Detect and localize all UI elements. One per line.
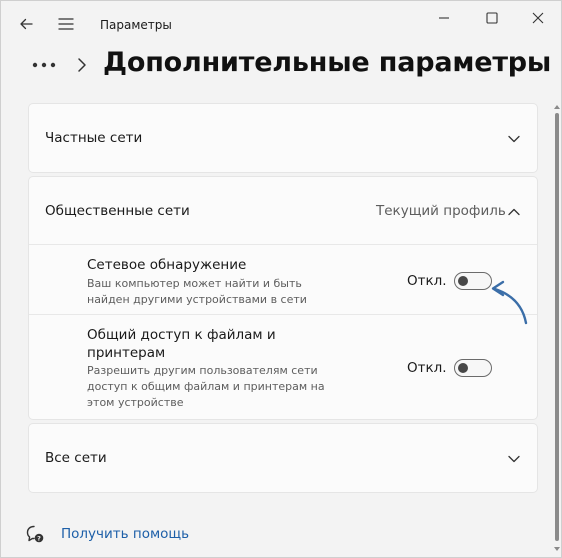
page-title: Дополнительные параметры общего доступа xyxy=(103,47,561,78)
minimize-button[interactable] xyxy=(421,3,467,33)
network-discovery-description-line1: Ваш компьютер может найти и быть xyxy=(87,277,302,290)
file-printer-sharing-description-line3: этом устройстве xyxy=(87,396,184,409)
chevron-down-icon xyxy=(508,135,520,143)
settings-window: Параметры Дополнительные параметры общег… xyxy=(0,0,562,558)
network-discovery-row: Сетевое обнаружение Ваш компьютер может … xyxy=(29,244,537,315)
all-networks-label: Все сети xyxy=(45,450,107,466)
chevron-up-icon xyxy=(508,208,520,216)
title-bar: Параметры xyxy=(1,1,561,45)
toggle-knob xyxy=(458,363,468,373)
scroll-down-icon[interactable] xyxy=(553,545,561,553)
file-printer-sharing-state-label: Откл. xyxy=(407,360,447,376)
breadcrumb-more-button[interactable] xyxy=(27,51,61,79)
private-networks-label: Частные сети xyxy=(45,130,143,146)
svg-text:?: ? xyxy=(37,534,41,542)
hamburger-menu-icon xyxy=(58,18,74,30)
public-networks-card: Общественные сети Текущий профиль Сетево… xyxy=(28,176,538,420)
window-title: Параметры xyxy=(100,18,172,32)
annotation-arrow xyxy=(491,280,528,325)
file-printer-sharing-description-line2: доступ к общим файлам и принтерам на xyxy=(87,380,325,393)
maximize-button[interactable] xyxy=(469,3,515,33)
file-printer-sharing-toggle[interactable] xyxy=(454,359,492,377)
ellipsis-icon xyxy=(32,62,56,68)
chevron-down-icon xyxy=(508,455,520,463)
help-icon-wrapper[interactable]: ? xyxy=(25,521,45,547)
minimize-icon xyxy=(439,17,449,19)
help-chat-icon: ? xyxy=(26,525,44,542)
breadcrumb-chevron-icon xyxy=(78,58,86,72)
private-networks-card[interactable]: Частные сети xyxy=(28,103,538,173)
all-networks-card[interactable]: Все сети xyxy=(28,423,538,493)
toggle-knob xyxy=(458,276,468,286)
network-discovery-title: Сетевое обнаружение xyxy=(87,257,247,273)
file-printer-sharing-title-line1: Общий доступ к файлам и xyxy=(87,327,276,343)
back-arrow-icon xyxy=(20,18,33,30)
file-printer-sharing-row: Общий доступ к файлам и принтерам Разреш… xyxy=(29,314,537,419)
get-help-link[interactable]: Получить помощь xyxy=(61,526,189,542)
network-discovery-description-line2: найден другими устройствами в сети xyxy=(87,293,307,306)
public-networks-header[interactable]: Общественные сети Текущий профиль xyxy=(29,177,537,244)
scroll-up-icon[interactable] xyxy=(553,103,561,111)
current-profile-label: Текущий профиль xyxy=(376,203,506,219)
file-printer-sharing-description-line1: Разрешить другим пользователям сети xyxy=(87,364,318,377)
public-networks-label: Общественные сети xyxy=(45,203,190,219)
menu-button[interactable] xyxy=(51,9,81,39)
network-discovery-state-label: Откл. xyxy=(407,273,447,289)
close-button[interactable] xyxy=(515,3,561,33)
close-icon xyxy=(532,12,544,24)
back-button[interactable] xyxy=(11,9,41,39)
file-printer-sharing-title-line2: принтерам xyxy=(87,345,166,361)
maximize-icon xyxy=(486,12,498,24)
scrollbar-thumb[interactable] xyxy=(555,113,559,541)
